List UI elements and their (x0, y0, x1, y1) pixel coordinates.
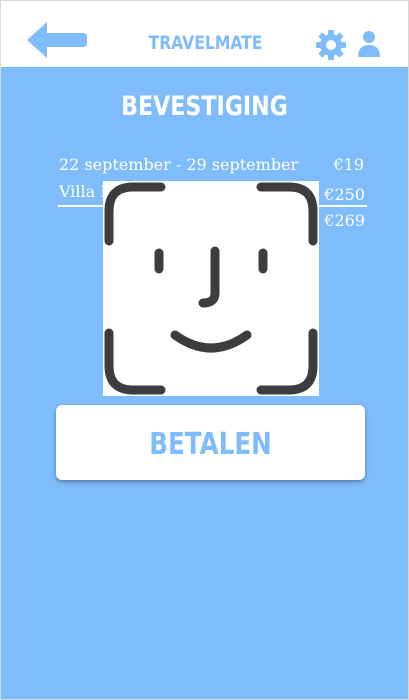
user-icon (358, 31, 380, 57)
pay-button[interactable]: BETALEN (56, 405, 365, 480)
total-price: €269 (324, 211, 365, 230)
villa-price: €250 (324, 185, 365, 204)
booking-dates: 22 september - 29 september (59, 155, 299, 174)
page-title: BEVESTIGING (121, 91, 288, 122)
face-id-icon (104, 182, 318, 395)
gear-icon (316, 30, 346, 60)
dates-price: €19 (333, 155, 364, 174)
face-id-overlay (103, 181, 319, 396)
profile-button[interactable] (356, 30, 382, 58)
settings-button[interactable] (315, 29, 347, 61)
header-bar: TRAVELMATE (1, 1, 408, 67)
app-screen: TRAVELMATE BEVESTIGING 22 september - 29… (0, 0, 409, 700)
pay-button-label: BETALEN (149, 427, 272, 462)
